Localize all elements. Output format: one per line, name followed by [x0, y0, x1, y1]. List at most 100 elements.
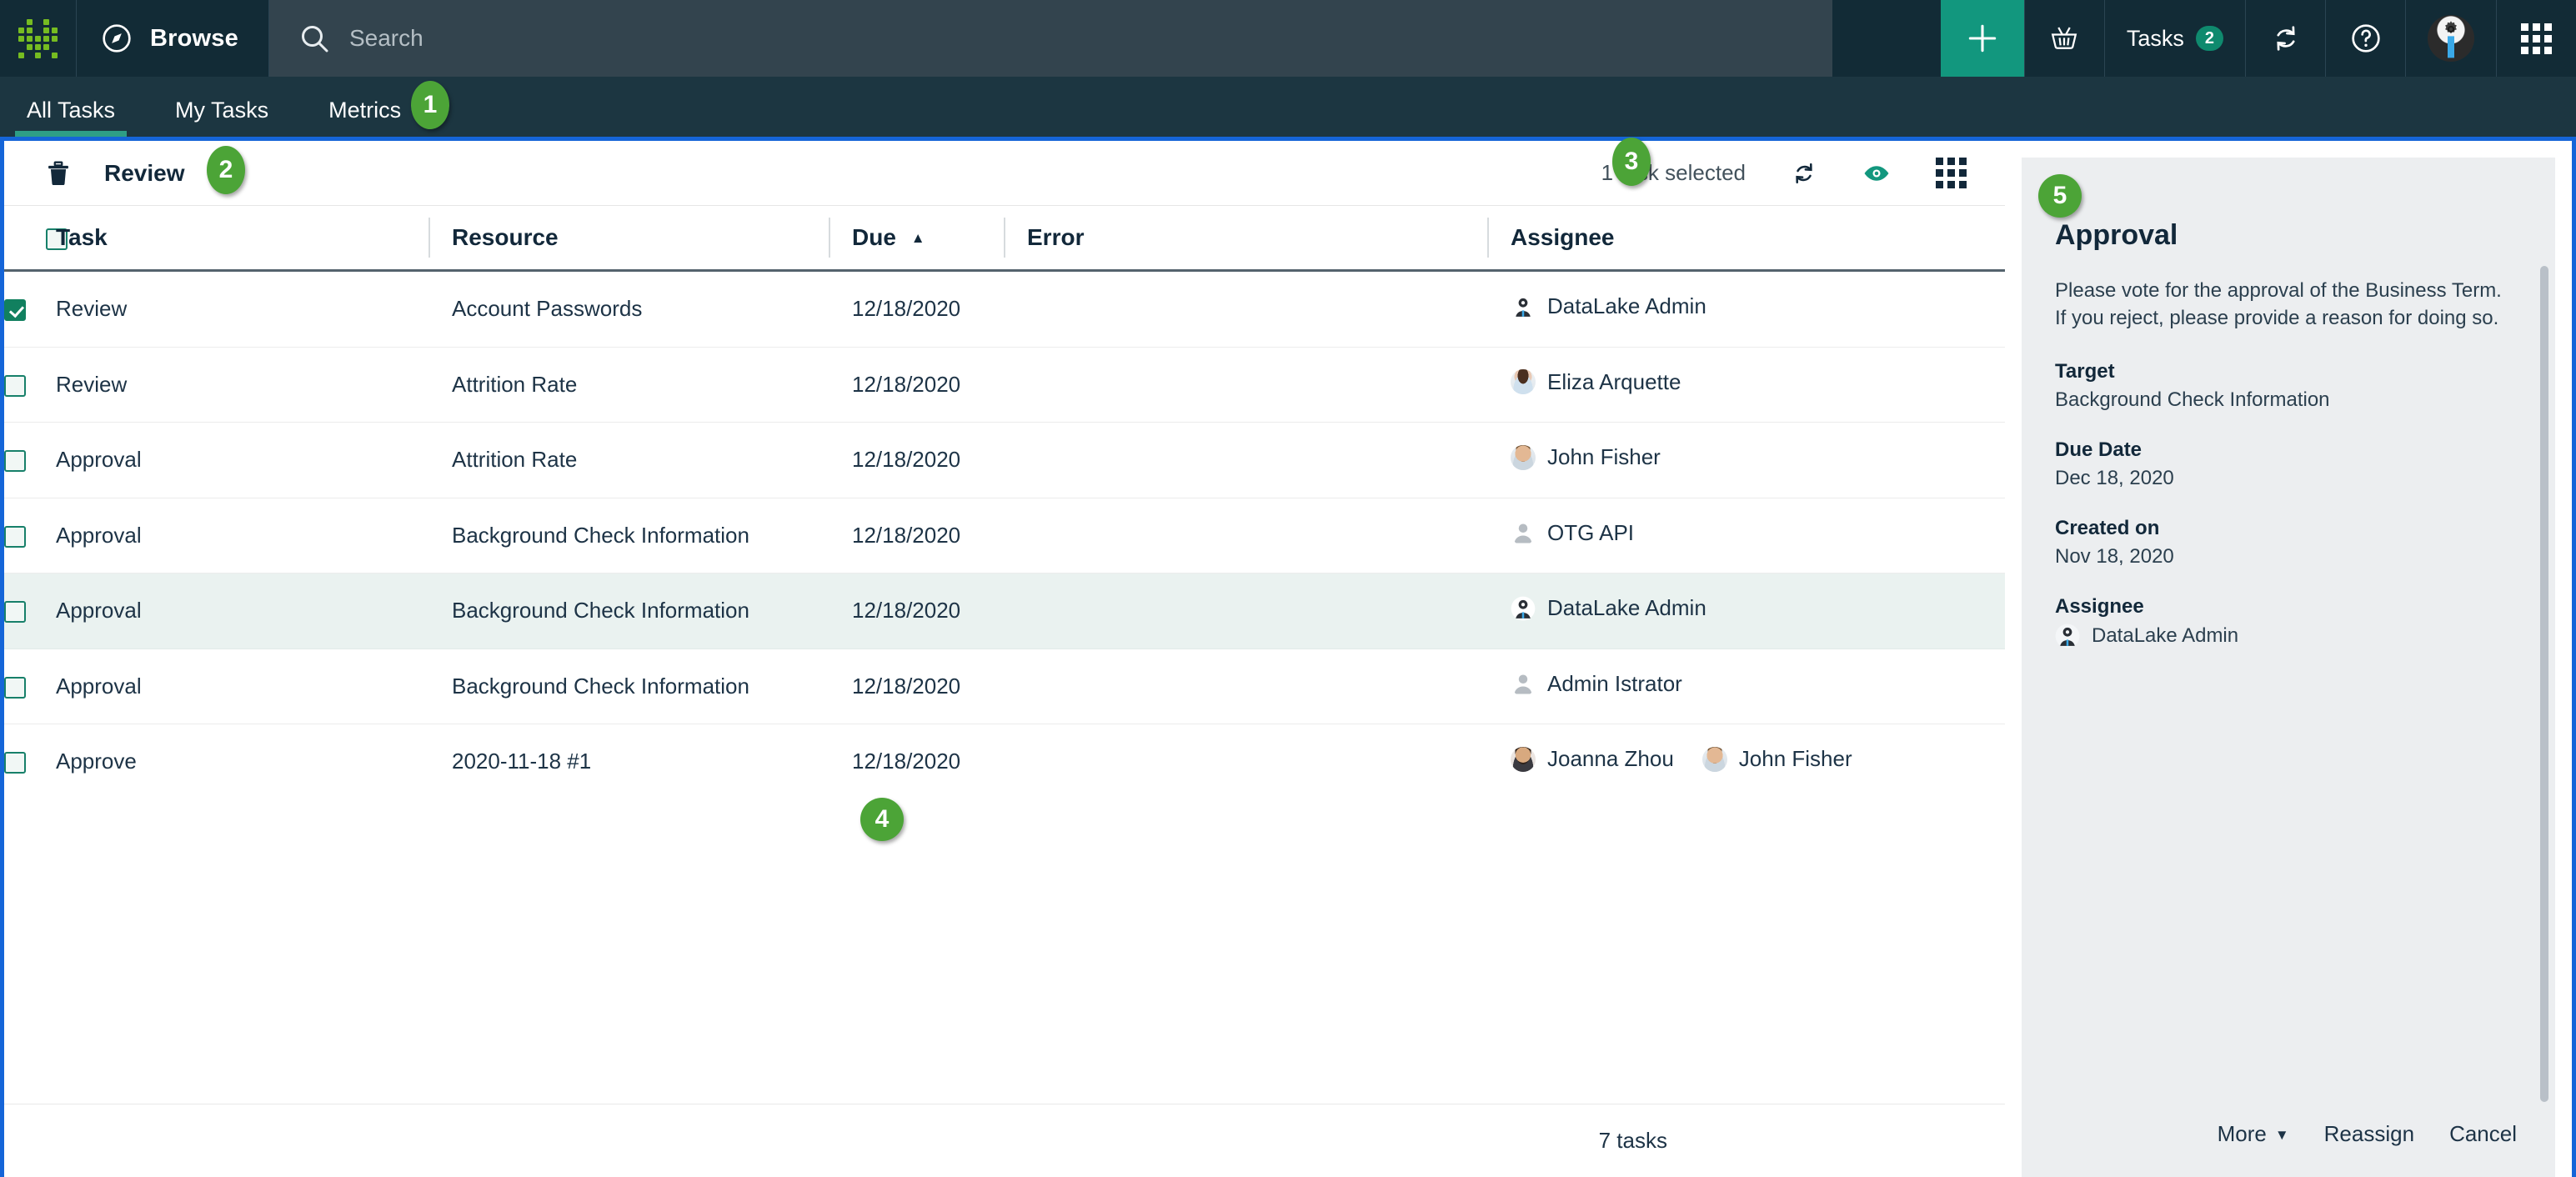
tab-all-tasks-label: All Tasks: [27, 98, 116, 123]
apps-grid-icon: [2521, 23, 2552, 54]
reassign-button[interactable]: Reassign: [2324, 1121, 2414, 1147]
row-checkbox[interactable]: [4, 374, 26, 397]
row-select-cell[interactable]: [4, 573, 56, 649]
basket-button[interactable]: [2023, 0, 2104, 77]
eye-icon[interactable]: [1862, 159, 1891, 188]
row-assignee: OTG API: [1511, 498, 2005, 573]
browse-label: Browse: [150, 24, 238, 52]
table-row[interactable]: Approval Background Check Information 12/1…: [4, 649, 2005, 724]
tab-my-tasks[interactable]: My Tasks: [175, 98, 268, 137]
panel-actions: More ▼ Reassign Cancel: [2055, 1121, 2522, 1177]
assignee: DataLake Admin: [1511, 595, 1706, 621]
field-due-date: Due Date Dec 18, 2020: [2055, 438, 2522, 490]
row-error: [1027, 347, 1511, 423]
field-created-on: Created on Nov 18, 2020: [2055, 517, 2522, 568]
row-task: Approval: [56, 498, 452, 573]
app-logo[interactable]: [0, 0, 77, 77]
row-checkbox[interactable]: [4, 752, 26, 774]
assignee-name: Eliza Arquette: [1547, 368, 1681, 394]
panel-scrollbar[interactable]: [2540, 266, 2548, 1102]
tasks-button[interactable]: Tasks 2: [2103, 0, 2245, 77]
table-row[interactable]: Approval Background Check Information 12/1…: [4, 573, 2005, 649]
row-select-cell[interactable]: [4, 270, 56, 348]
sync-button[interactable]: [2245, 0, 2325, 77]
user-menu-button[interactable]: [2405, 0, 2496, 77]
photo-m-avatar-icon: [1701, 746, 1727, 772]
header-due[interactable]: Due ▲: [829, 206, 1027, 272]
row-due: 12/18/2020: [852, 347, 1027, 423]
generic-avatar-icon: [1511, 671, 1536, 696]
row-checkbox[interactable]: [4, 601, 26, 624]
help-icon: [2349, 22, 2383, 55]
header-select-all[interactable]: [4, 206, 68, 272]
header-resource-label: Resource: [452, 224, 559, 250]
assignee: DataLake Admin: [1511, 293, 1706, 319]
tab-underline: [163, 131, 280, 137]
row-select-cell[interactable]: [4, 498, 56, 573]
table-row[interactable]: Approval Attrition Rate 12/18/2020 John Fis…: [4, 422, 2005, 498]
header-assignee[interactable]: Assignee: [1487, 206, 2005, 272]
row-checkbox[interactable]: [4, 676, 26, 699]
row-task: Approval: [56, 422, 452, 498]
row-assignee: DataLake Admin: [1511, 270, 2005, 348]
row-task: Review: [56, 270, 452, 348]
assignee: Eliza Arquette: [1511, 369, 1681, 395]
field-due-date-value: Dec 18, 2020: [2055, 467, 2174, 490]
table-header-row: Task Resource Due ▲ Error Assignee: [4, 206, 2005, 272]
search-bar[interactable]: Search: [268, 0, 1832, 77]
trash-icon[interactable]: [44, 159, 73, 188]
row-due: 12/18/2020: [852, 649, 1027, 724]
table-row[interactable]: Approve 2020-11-18 #1 12/18/2020 Joanna Zho…: [4, 724, 2005, 800]
row-checkbox[interactable]: [4, 450, 26, 473]
browse-button[interactable]: Browse: [77, 0, 269, 77]
row-select-cell[interactable]: [4, 649, 56, 724]
task-count: 7 tasks: [1598, 1128, 1667, 1153]
app-header: Browse Search Tasks 2: [0, 0, 2576, 77]
content-area: Review 2 3 1 task selected Task Resource…: [0, 137, 2576, 1177]
apps-grid-button[interactable]: [2496, 0, 2576, 77]
tasks-count-badge: 2: [2195, 26, 2223, 51]
panel-description: Please vote for the approval of the Busi…: [2055, 279, 2502, 330]
row-assignee: Admin Istrator: [1511, 649, 2005, 724]
tab-all-tasks[interactable]: All Tasks: [15, 98, 128, 137]
generic-avatar-icon: [1511, 520, 1536, 545]
row-select-cell[interactable]: [4, 724, 56, 800]
refresh-icon[interactable]: [1791, 160, 1817, 187]
help-button[interactable]: [2325, 0, 2405, 77]
plus-icon: [1964, 20, 2001, 57]
table-row[interactable]: Approval Background Check Information 12/1…: [4, 498, 2005, 573]
row-resource: Background Check Information: [452, 649, 852, 724]
row-checkbox[interactable]: [4, 525, 26, 548]
cancel-button[interactable]: Cancel: [2449, 1121, 2517, 1147]
row-due: 12/18/2020: [852, 422, 1027, 498]
row-select-cell[interactable]: [4, 347, 56, 423]
header-resource[interactable]: Resource: [428, 206, 852, 272]
field-created-on-value: Nov 18, 2020: [2055, 545, 2174, 568]
table-row[interactable]: Review Account Passwords 12/18/2020 DataLak…: [4, 270, 2005, 348]
header-due-label: Due: [852, 224, 896, 250]
photo-m-avatar-icon: [1511, 444, 1536, 470]
header-error-label: Error: [1027, 224, 1085, 250]
row-select-cell[interactable]: [4, 422, 56, 498]
search-icon: [298, 22, 331, 55]
header-task[interactable]: Task: [56, 206, 452, 272]
table-row[interactable]: Review Attrition Rate 12/18/2020 Eliza Arqu…: [4, 347, 2005, 423]
grid-view-icon[interactable]: [1936, 158, 1967, 188]
tab-metrics[interactable]: Metrics: [328, 98, 401, 137]
row-error: [1027, 649, 1511, 724]
basket-icon: [2049, 23, 2079, 53]
row-due: 12/18/2020: [852, 749, 961, 774]
search-input[interactable]: Search: [349, 25, 423, 52]
robot-avatar-icon: [1511, 596, 1536, 621]
row-due: 12/18/2020: [852, 270, 1027, 348]
header-error[interactable]: Error: [1004, 206, 1511, 272]
row-error: [1027, 270, 1511, 348]
row-checkbox[interactable]: [4, 299, 26, 322]
assignee-name: John Fisher: [1547, 444, 1661, 469]
row-assignee: Joanna Zhou John Fisher: [1511, 724, 2005, 800]
create-button[interactable]: [1940, 0, 2024, 77]
avatar: [2428, 15, 2474, 62]
more-button[interactable]: More ▼: [2218, 1121, 2289, 1147]
photo-a-avatar-icon: [1511, 746, 1536, 772]
field-target: Target Background Check Information: [2055, 360, 2522, 412]
